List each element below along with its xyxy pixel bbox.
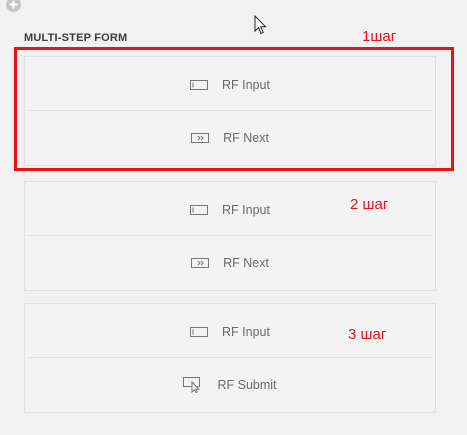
mouse-cursor-icon	[254, 14, 268, 40]
add-widget-icon[interactable]	[6, 0, 21, 12]
rf-next-widget[interactable]: RF Next	[28, 237, 432, 288]
widget-label: RF Submit	[217, 377, 277, 392]
rf-submit-widget[interactable]: RF Submit	[28, 359, 432, 410]
form-step-3[interactable]: RF Input RF Submit	[24, 303, 436, 413]
step-3-annotation: 3 шаг	[348, 326, 387, 343]
step-1-annotation: 1шаг	[362, 28, 397, 45]
widget-label: RF Input	[222, 324, 270, 339]
form-title: MULTI-STEP FORM	[24, 32, 128, 44]
next-arrow-icon	[191, 257, 210, 268]
step-1-highlight-box	[14, 47, 454, 171]
step-2-annotation: 2 шаг	[350, 196, 389, 213]
input-field-icon	[190, 326, 209, 337]
input-field-icon	[190, 204, 209, 215]
widget-label: RF Next	[223, 255, 269, 270]
widget-label: RF Input	[222, 202, 270, 217]
submit-pointer-icon	[183, 376, 201, 393]
